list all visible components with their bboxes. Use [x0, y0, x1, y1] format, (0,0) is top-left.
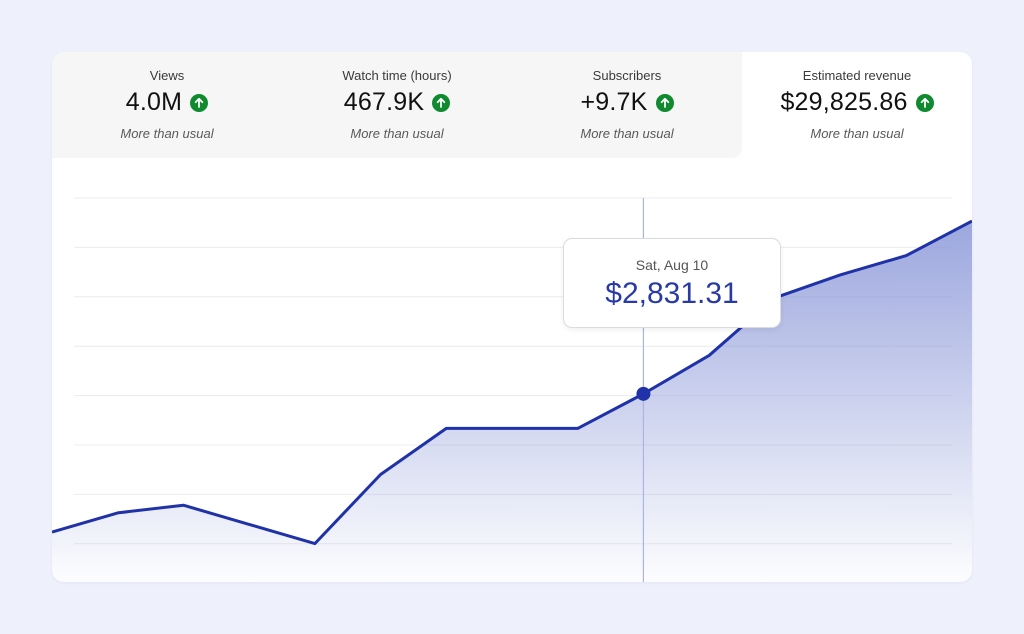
revenue-chart[interactable] [52, 52, 972, 582]
highlighted-data-point[interactable] [636, 386, 651, 401]
chart-tooltip: Sat, Aug 10 $2,831.31 [563, 238, 781, 328]
area-fill [52, 221, 972, 582]
tooltip-date: Sat, Aug 10 [635, 257, 709, 273]
analytics-card: Views 4.0M More than usual Watch time (h… [52, 52, 972, 582]
tooltip-value: $2,831.31 [605, 277, 739, 310]
